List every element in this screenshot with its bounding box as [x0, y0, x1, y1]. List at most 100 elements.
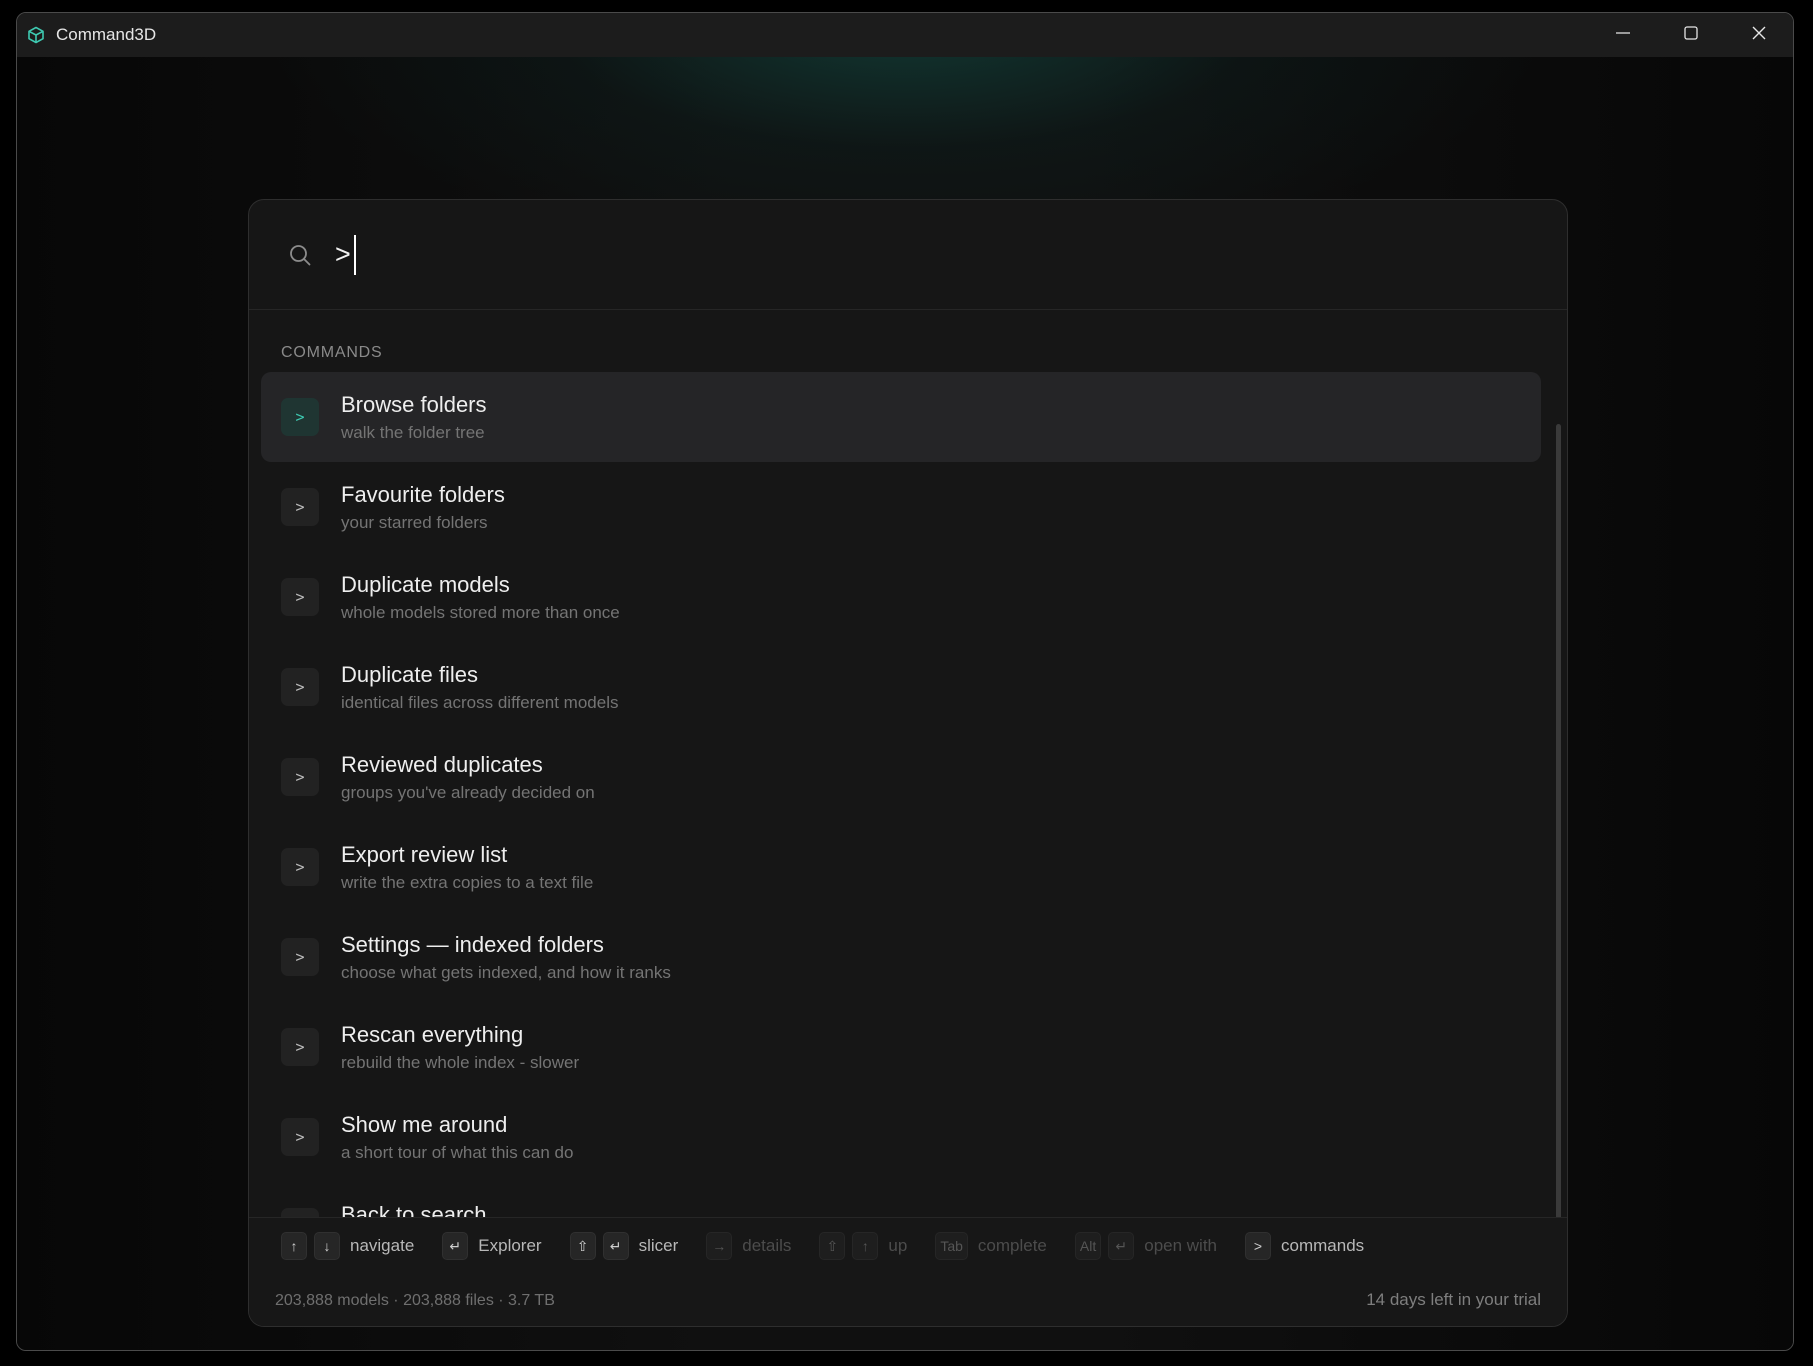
- key-cap: ↓: [314, 1232, 340, 1260]
- key-cap: ⇧: [819, 1232, 846, 1260]
- command-item-text: Export review list write the extra copies…: [341, 841, 593, 896]
- maximize-button[interactable]: [1657, 13, 1725, 57]
- command-item-subtitle: rebuild the whole index - slower: [341, 1053, 580, 1072]
- keyboard-hint: ↵ Explorer: [442, 1232, 542, 1260]
- command-item-text: Duplicate models whole models stored more…: [341, 571, 620, 626]
- key-cap: ↑: [852, 1232, 879, 1260]
- command-item-text: Browse folders walk the folder tree: [341, 391, 487, 446]
- keyboard-hint: Alt ↵ open with: [1074, 1232, 1218, 1260]
- keyboard-hint-label: commands: [1281, 1236, 1365, 1255]
- command-item-subtitle: groups you've already decided on: [341, 783, 595, 802]
- search-icon: [287, 242, 313, 268]
- chevron-right-icon: >: [281, 578, 319, 616]
- command-item-title: Browse folders: [341, 392, 487, 417]
- command-item-subtitle: write the extra copies to a text file: [341, 873, 594, 892]
- command-item-title: Rescan everything: [341, 1022, 524, 1047]
- command-item-title: Reviewed duplicates: [341, 752, 543, 777]
- command-item-subtitle: a short tour of what this can do: [341, 1143, 574, 1162]
- command-item-title: Export review list: [341, 842, 508, 867]
- keyboard-hint-label: complete: [977, 1236, 1047, 1255]
- command-item-title: Duplicate models: [341, 572, 510, 597]
- command-item-subtitle: identical files across different models: [341, 693, 619, 712]
- keyboard-hint-label: open with: [1144, 1236, 1218, 1255]
- command-item-title: Settings — indexed folders: [341, 932, 604, 957]
- chevron-right-icon: >: [281, 1208, 319, 1217]
- close-button[interactable]: [1725, 13, 1793, 57]
- command-item[interactable]: > Back to search: [261, 1182, 1541, 1217]
- command-item[interactable]: > Duplicate files identical files across d…: [261, 642, 1541, 732]
- command-item-subtitle: walk the folder tree: [341, 423, 485, 442]
- keyboard-hint: ⇧ ↑ up: [819, 1232, 907, 1260]
- keyboard-hint-label: up: [888, 1236, 908, 1255]
- search-bar[interactable]: >: [249, 200, 1567, 310]
- command-item-subtitle: your starred folders: [341, 513, 488, 532]
- footer: ↑ ↓ navigate ↵ Explorer ⇧ ↵ slicer → details ⇧ ↑ up T…: [249, 1217, 1567, 1326]
- command-item-subtitle: whole models stored more than once: [341, 603, 620, 622]
- command-item-text: Reviewed duplicates groups you've already…: [341, 751, 595, 806]
- search-input[interactable]: >: [335, 234, 356, 275]
- command-item-text: Favourite folders your starred folders: [341, 481, 505, 536]
- command-item-text: Rescan everything rebuild the whole index…: [341, 1021, 579, 1076]
- keyboard-hint-label: details: [742, 1236, 792, 1255]
- command-item[interactable]: > Duplicate models whole models stored mor…: [261, 552, 1541, 642]
- key-cap: ↵: [602, 1232, 629, 1260]
- keyboard-hint: > commands: [1245, 1232, 1364, 1260]
- chevron-right-icon: >: [281, 488, 319, 526]
- command-item[interactable]: > Favourite folders your starred folders: [261, 462, 1541, 552]
- keyboard-hint-label: slicer: [638, 1236, 679, 1255]
- section-label-commands: COMMANDS: [281, 344, 383, 361]
- keyboard-hint-label: Explorer: [478, 1236, 542, 1255]
- search-input-value: >: [335, 239, 351, 269]
- key-cap: >: [1245, 1232, 1272, 1260]
- app-window: Command3D > COMMANDS > Browse folders wa…: [16, 12, 1794, 1351]
- command-item[interactable]: > Show me around a short tour of what this…: [261, 1092, 1541, 1182]
- command-item-title: Show me around: [341, 1112, 508, 1137]
- command-item-title: Back to search: [341, 1202, 487, 1217]
- window-title: Command3D: [56, 25, 157, 44]
- chevron-right-icon: >: [281, 938, 319, 976]
- key-cap: Alt: [1074, 1232, 1102, 1260]
- keyboard-hint-label: navigate: [350, 1236, 415, 1255]
- keyboard-hint: ⇧ ↵ slicer: [569, 1232, 679, 1260]
- command-item-text: Back to search: [341, 1201, 487, 1217]
- chevron-right-icon: >: [281, 668, 319, 706]
- text-caret: [353, 234, 356, 275]
- command-item[interactable]: > Rescan everything rebuild the whole inde…: [261, 1002, 1541, 1092]
- command-item-text: Settings — indexed folders choose what ge…: [341, 931, 671, 986]
- command-items: > Browse folders walk the folder tree > Favo…: [261, 372, 1541, 1217]
- command-item[interactable]: > Export review list write the extra copie…: [261, 822, 1541, 912]
- index-stats: 203,888 models · 203,888 files · 3.7 TB: [275, 1292, 555, 1309]
- key-cap: Tab: [935, 1232, 968, 1260]
- minimize-button[interactable]: [1589, 13, 1657, 57]
- key-cap: ⇧: [569, 1232, 596, 1260]
- close-icon: [1751, 25, 1767, 46]
- command-item-subtitle: choose what gets indexed, and how it ran…: [341, 963, 671, 982]
- key-cap: ↵: [442, 1232, 469, 1260]
- chevron-right-icon: >: [281, 1118, 319, 1156]
- window-controls: [1589, 13, 1793, 57]
- command-item[interactable]: > Browse folders walk the folder tree: [261, 372, 1541, 462]
- maximize-icon: [1683, 25, 1699, 46]
- main-content: > COMMANDS > Browse folders walk the folde…: [17, 57, 1793, 1350]
- keyboard-hints: ↑ ↓ navigate ↵ Explorer ⇧ ↵ slicer → details ⇧ ↑ up T…: [281, 1232, 1392, 1260]
- scrollbar[interactable]: [1556, 424, 1561, 1217]
- chevron-right-icon: >: [281, 1028, 319, 1066]
- keyboard-hint: ↑ ↓ navigate: [281, 1232, 414, 1260]
- cube-icon: [25, 24, 47, 46]
- keyboard-hint: → details: [706, 1232, 791, 1260]
- title-bar[interactable]: Command3D: [17, 13, 1793, 57]
- chevron-right-icon: >: [281, 398, 319, 436]
- keyboard-hint: Tab complete: [935, 1232, 1047, 1260]
- key-cap: →: [706, 1232, 733, 1260]
- command-item-text: Show me around a short tour of what this …: [341, 1111, 573, 1166]
- command-item-title: Duplicate files: [341, 662, 478, 687]
- chevron-right-icon: >: [281, 758, 319, 796]
- command-item-text: Duplicate files identical files across di…: [341, 661, 619, 716]
- key-cap: ↑: [281, 1232, 307, 1260]
- command-item[interactable]: > Reviewed duplicates groups you've alread…: [261, 732, 1541, 822]
- key-cap: ↵: [1108, 1232, 1135, 1260]
- command-item-title: Favourite folders: [341, 482, 505, 507]
- command-item[interactable]: > Settings — indexed folders choose what g…: [261, 912, 1541, 1002]
- command-palette: > COMMANDS > Browse folders walk the folde…: [248, 199, 1568, 1327]
- trial-status[interactable]: 14 days left in your trial: [1366, 1290, 1541, 1310]
